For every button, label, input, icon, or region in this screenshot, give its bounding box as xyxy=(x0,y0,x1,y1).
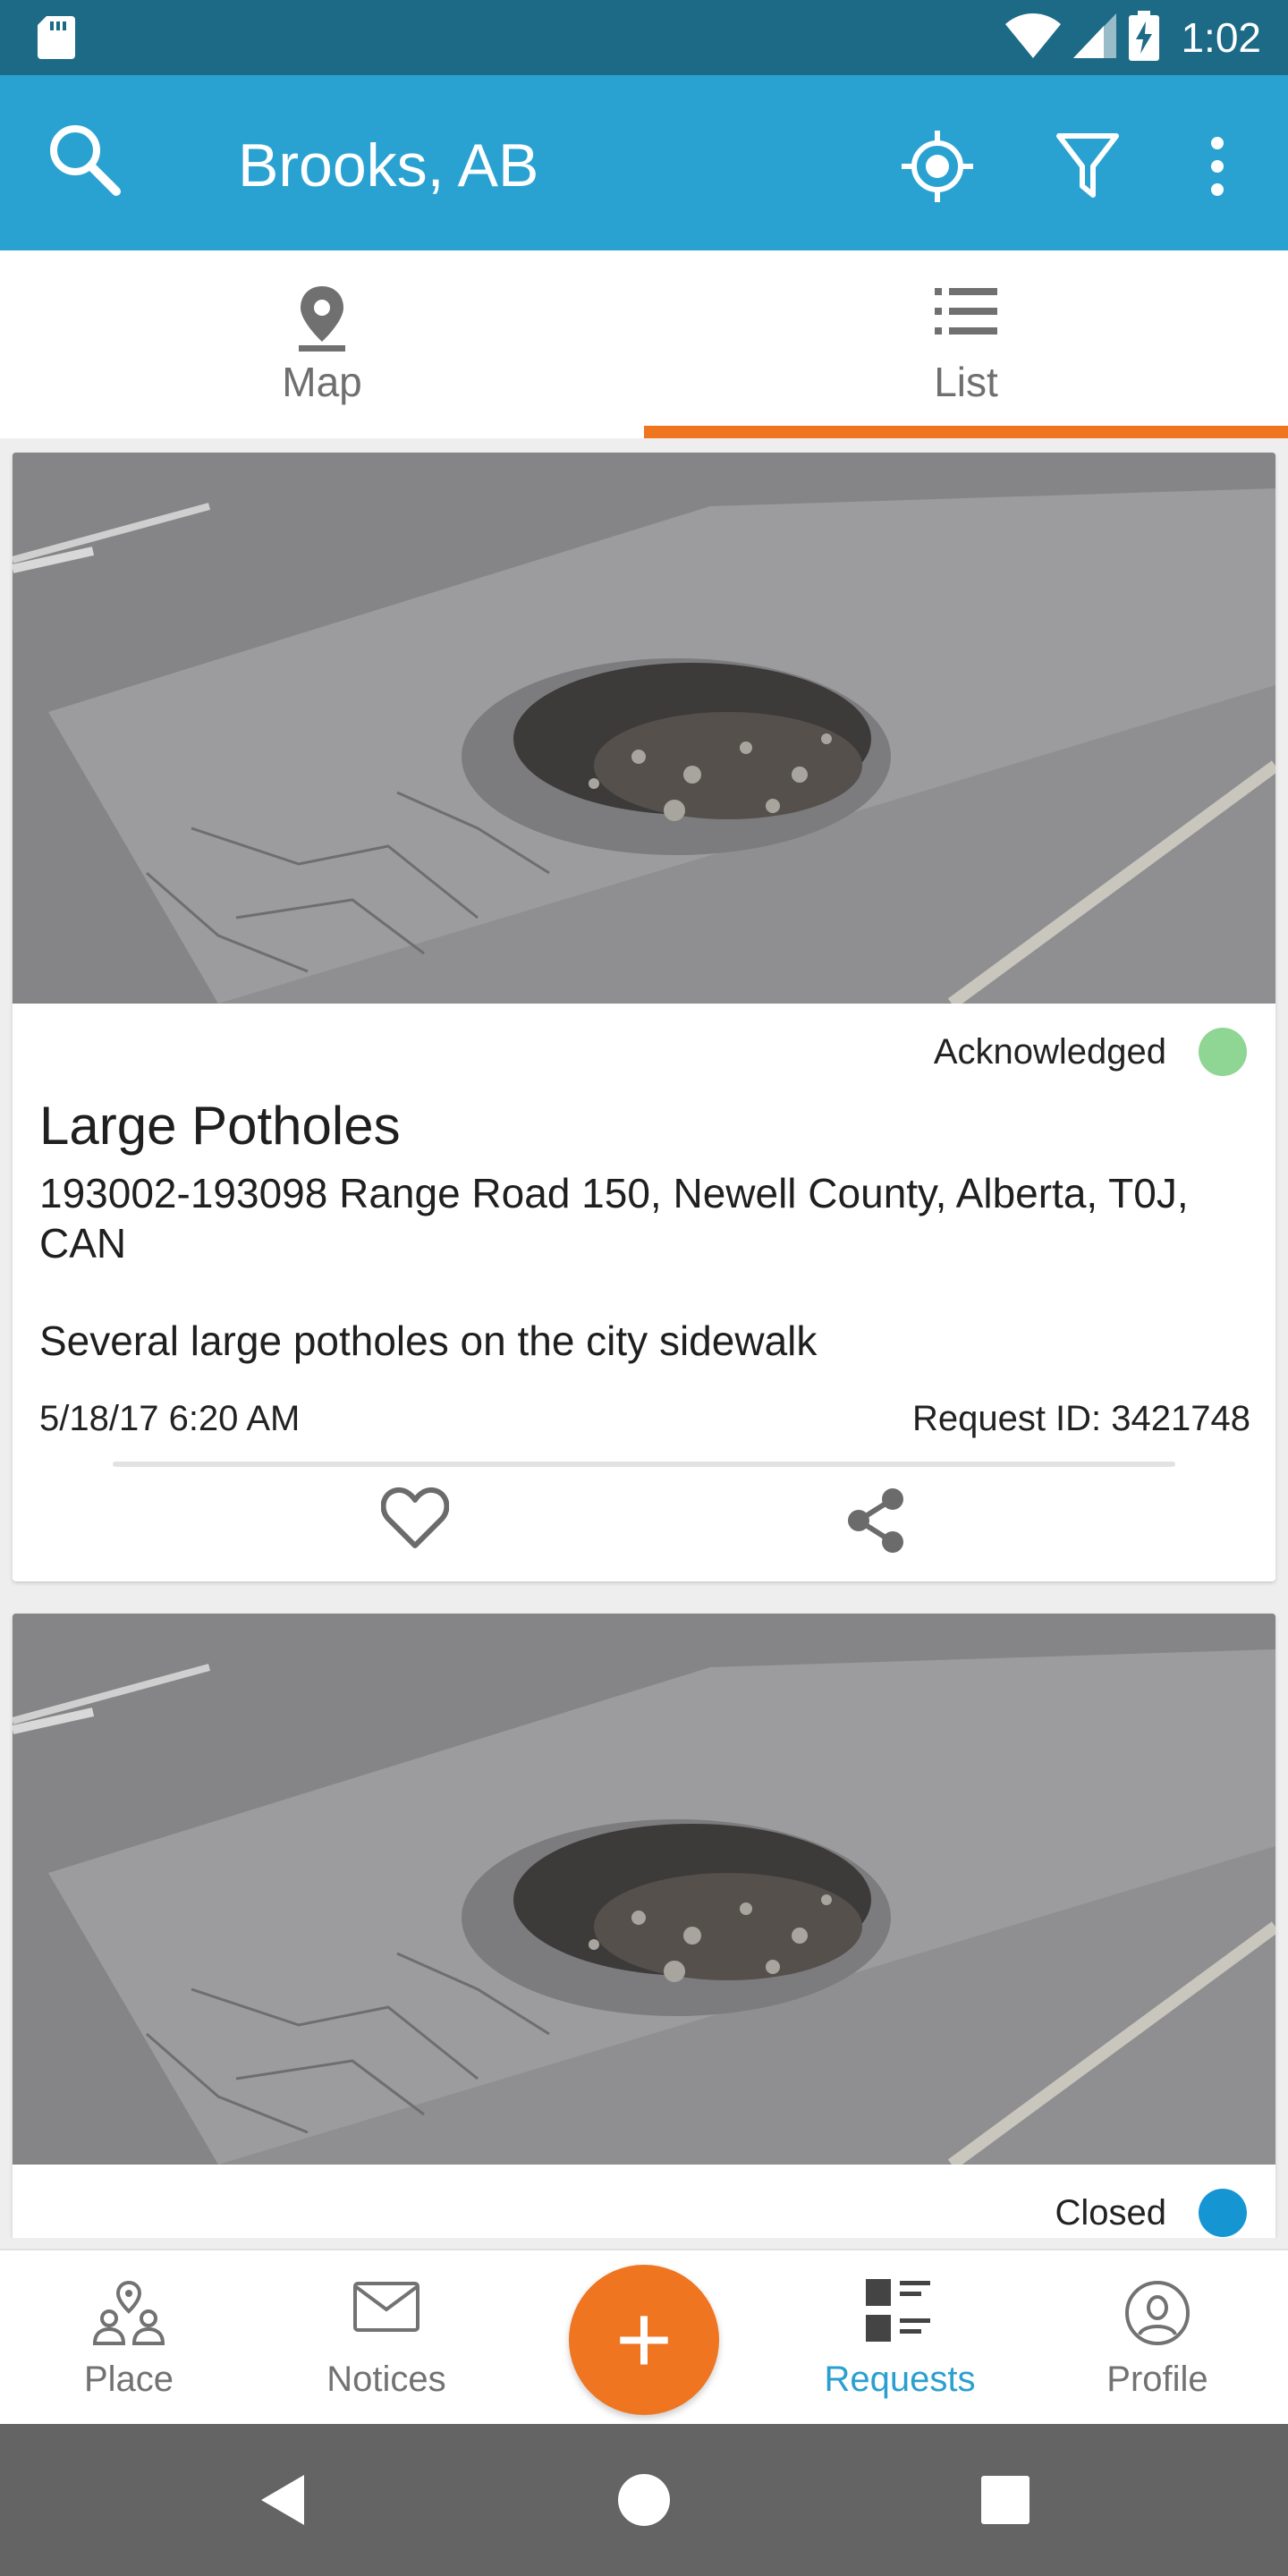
nav-profile[interactable]: Profile xyxy=(1050,2250,1265,2426)
request-list[interactable]: Acknowledged Large Potholes 193002-19309… xyxy=(0,438,1288,2238)
tab-indicator xyxy=(644,426,1288,438)
request-card[interactable]: Closed xyxy=(13,1614,1275,2238)
status-row: Acknowledged xyxy=(934,1025,1247,1079)
nav-place-label: Place xyxy=(83,2360,174,2399)
divider xyxy=(113,1462,1175,1467)
app-bar: Brooks, AB xyxy=(0,75,1288,250)
nav-requests[interactable]: Requests xyxy=(792,2250,1007,2426)
nav-notices-label: Notices xyxy=(326,2360,446,2399)
status-dot xyxy=(1199,1028,1247,1076)
request-id: Request ID: 3421748 xyxy=(911,1399,1250,1438)
add-request-button[interactable]: + xyxy=(569,2265,719,2415)
more-vert-icon[interactable] xyxy=(1204,131,1231,207)
request-address: 193002-193098 Range Road 150, Newell Cou… xyxy=(39,1170,1189,1267)
filter-icon[interactable] xyxy=(1055,131,1120,207)
request-photo[interactable] xyxy=(13,453,1275,1004)
view-tabs: Map List xyxy=(0,250,1288,438)
list-icon xyxy=(935,284,997,343)
clock: 1:02 xyxy=(1181,14,1261,61)
place-people-icon xyxy=(92,2279,165,2351)
status-dot xyxy=(1199,2189,1247,2237)
status-row: Closed xyxy=(1055,2186,1247,2238)
tab-map-label: Map xyxy=(282,359,362,405)
bottom-nav: Place Notices + Requests Profile xyxy=(0,2249,1288,2424)
wifi-icon xyxy=(1005,13,1062,63)
tab-list-label: List xyxy=(934,359,998,405)
nav-notices[interactable]: Notices xyxy=(279,2250,494,2426)
nav-profile-label: Profile xyxy=(1106,2360,1208,2399)
nav-requests-label: Requests xyxy=(824,2360,976,2399)
request-date: 5/18/17 6:20 AM xyxy=(39,1399,301,1438)
mail-icon xyxy=(352,2279,420,2337)
recents-icon[interactable] xyxy=(916,2424,1095,2576)
back-icon[interactable] xyxy=(193,2424,372,2576)
status-bar: 1:02 xyxy=(0,0,1288,75)
nav-place[interactable]: Place xyxy=(21,2250,236,2426)
sd-card-icon xyxy=(38,16,75,64)
status-label: Closed xyxy=(1055,2192,1166,2233)
home-icon[interactable] xyxy=(555,2424,733,2576)
location-title[interactable]: Brooks, AB xyxy=(238,131,538,200)
heart-icon[interactable] xyxy=(380,1487,450,1554)
map-pin-icon xyxy=(295,284,349,357)
profile-icon xyxy=(1123,2279,1191,2351)
request-description: Several large potholes on the city sidew… xyxy=(39,1318,818,1364)
tab-map[interactable]: Map xyxy=(0,250,644,438)
search-icon[interactable] xyxy=(47,122,122,201)
request-card[interactable]: Acknowledged Large Potholes 193002-19309… xyxy=(13,453,1275,1581)
my-location-icon[interactable] xyxy=(902,131,973,207)
share-icon[interactable] xyxy=(844,1487,907,1559)
battery-charging-icon xyxy=(1129,10,1160,65)
tab-list[interactable]: List xyxy=(644,250,1288,438)
requests-icon xyxy=(866,2279,934,2348)
system-nav-bar xyxy=(0,2424,1288,2576)
status-label: Acknowledged xyxy=(933,1031,1166,1072)
request-photo[interactable] xyxy=(13,1614,1275,2165)
request-title: Large Potholes xyxy=(39,1096,401,1156)
signal-icon xyxy=(1073,13,1117,63)
